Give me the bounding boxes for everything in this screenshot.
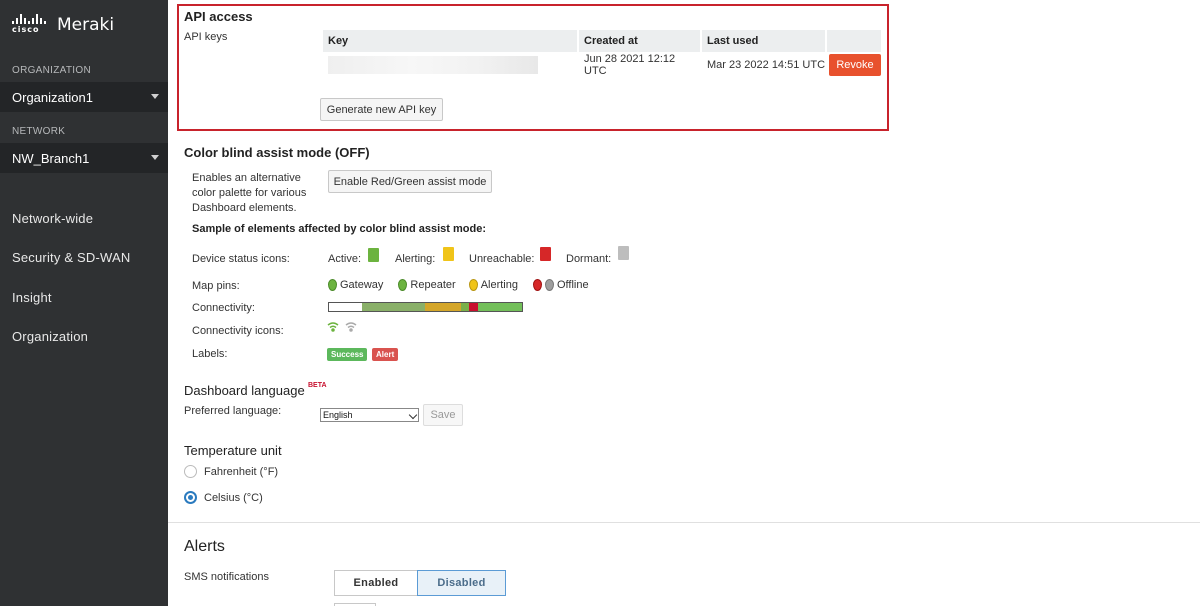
chevron-down-icon <box>151 155 159 160</box>
celsius-radio[interactable] <box>184 491 197 504</box>
main-content: API access API keys Key Created at Last … <box>168 0 1200 606</box>
status-dormant-label: Dormant: <box>566 253 612 265</box>
created-at-cell: Jun 28 2021 12:12 UTC <box>584 53 676 77</box>
save-language-button[interactable]: Save <box>423 404 463 426</box>
temperature-unit-title: Temperature unit <box>184 443 282 458</box>
active-status-icon <box>368 248 379 262</box>
alerts-title: Alerts <box>184 538 225 555</box>
color-blind-title: Color blind assist mode (OFF) <box>184 145 370 160</box>
language-select-value: English <box>323 410 353 420</box>
organization-caption: ORGANIZATION <box>12 65 91 76</box>
gateway-pin-icon <box>328 279 337 291</box>
pin-label-offline: Offline <box>556 279 589 291</box>
wifi-icon-inactive <box>345 322 357 332</box>
organization-selector[interactable]: Organization1 <box>0 82 168 112</box>
chevron-down-icon <box>408 410 418 420</box>
nav-insight[interactable]: Insight <box>12 290 52 305</box>
organization-selector-value: Organization1 <box>12 89 93 105</box>
sms-disabled-toggle[interactable]: Disabled <box>417 570 506 596</box>
connectivity-segment <box>469 303 478 311</box>
language-select[interactable]: English <box>320 408 419 422</box>
fahrenheit-radio[interactable] <box>184 465 197 478</box>
alerting-pin-icon <box>468 279 478 291</box>
pin-label-repeater: Repeater <box>410 279 456 291</box>
connectivity-segment <box>425 303 461 311</box>
wifi-icon-active <box>327 322 339 332</box>
column-header-created-at: Created at <box>579 30 700 52</box>
description-line: color palette for various <box>192 187 307 199</box>
labels-label: Labels: <box>192 348 228 360</box>
network-caption: NETWORK <box>12 126 66 137</box>
status-unreachable-label: Unreachable: <box>469 253 535 265</box>
api-key-redacted <box>328 56 538 74</box>
nav-organization[interactable]: Organization <box>12 329 88 344</box>
table-row: Jun 28 2021 12:12 UTC Mar 23 2022 14:51 … <box>323 52 881 78</box>
color-blind-description: Enables an alternative color palette for… <box>192 171 306 216</box>
status-alerting-label: Alerting: <box>395 253 436 265</box>
pin-label-alerting: Alerting <box>480 279 518 291</box>
sample-elements-title: Sample of elements affected by color bli… <box>192 223 487 235</box>
dashboard-language-title: Dashboard language <box>184 383 305 398</box>
connectivity-icons-label: Connectivity icons: <box>192 325 284 337</box>
api-access-title: API access <box>184 9 253 24</box>
table-header-row: Key Created at Last used <box>323 30 881 52</box>
celsius-label: Celsius (°C) <box>204 492 263 504</box>
wifi-icons <box>327 322 357 332</box>
fahrenheit-label: Fahrenheit (°F) <box>204 466 279 478</box>
beta-badge: BETA <box>308 382 327 389</box>
api-keys-table: Key Created at Last used Jun 28 2021 12:… <box>321 30 883 78</box>
connectivity-segment <box>329 303 362 311</box>
alerting-status-icon <box>443 247 454 261</box>
actions-cell: Revoke <box>827 52 881 78</box>
cisco-logo-icon: cisco <box>12 14 46 36</box>
column-header-actions <box>827 30 881 52</box>
description-line: Enables an alternative <box>192 172 301 184</box>
cisco-wordmark: cisco <box>12 25 40 34</box>
enable-red-green-assist-button[interactable]: Enable Red/Green assist mode <box>328 170 492 193</box>
revoke-button[interactable]: Revoke <box>829 54 881 76</box>
meraki-wordmark: Meraki <box>57 15 115 35</box>
generate-api-key-button[interactable]: Generate new API key <box>320 98 443 121</box>
alert-tag: Alert <box>372 348 399 361</box>
connectivity-segment <box>362 303 425 311</box>
dormant-status-icon <box>618 246 629 260</box>
device-status-label: Device status icons: <box>192 253 290 265</box>
connectivity-segment <box>478 303 522 311</box>
offline-pin-icon-red <box>532 279 542 291</box>
map-pins-label: Map pins: <box>192 280 240 292</box>
pin-label-gateway: Gateway <box>340 279 384 291</box>
connectivity-label: Connectivity: <box>192 302 255 314</box>
meraki-logo[interactable]: cisco Meraki <box>12 14 114 36</box>
sidebar: cisco Meraki ORGANIZATION Organization1 … <box>0 0 168 606</box>
preferred-language-label: Preferred language: <box>184 405 282 417</box>
success-tag: Success <box>327 348 368 361</box>
connectivity-bar <box>328 302 523 312</box>
nav-network-wide[interactable]: Network-wide <box>12 211 93 226</box>
column-header-last-used: Last used <box>702 30 825 52</box>
offline-pin-icon-gray <box>544 279 554 291</box>
connectivity-segment <box>461 303 469 311</box>
api-keys-label: API keys <box>184 31 228 43</box>
last-used-cell: Mar 23 2022 14:51 UTC <box>707 59 826 71</box>
sms-enabled-toggle[interactable]: Enabled <box>334 570 418 596</box>
unreachable-status-icon <box>540 247 551 261</box>
description-line: Dashboard elements. <box>192 202 297 214</box>
repeater-pin-icon <box>398 279 408 291</box>
map-pins-sample: Gateway Repeater Alerting Offline <box>328 279 589 291</box>
api-key-cell <box>323 52 577 78</box>
network-selector-value: NW_Branch1 <box>12 150 90 166</box>
nav-security-sd-wan[interactable]: Security & SD-WAN <box>12 250 131 265</box>
column-header-key: Key <box>323 30 577 52</box>
network-selector[interactable]: NW_Branch1 <box>0 143 168 173</box>
status-active-label: Active: <box>328 253 362 265</box>
sms-notifications-label: SMS notifications <box>184 571 269 583</box>
chevron-down-icon <box>151 94 159 99</box>
section-divider <box>168 522 1200 523</box>
